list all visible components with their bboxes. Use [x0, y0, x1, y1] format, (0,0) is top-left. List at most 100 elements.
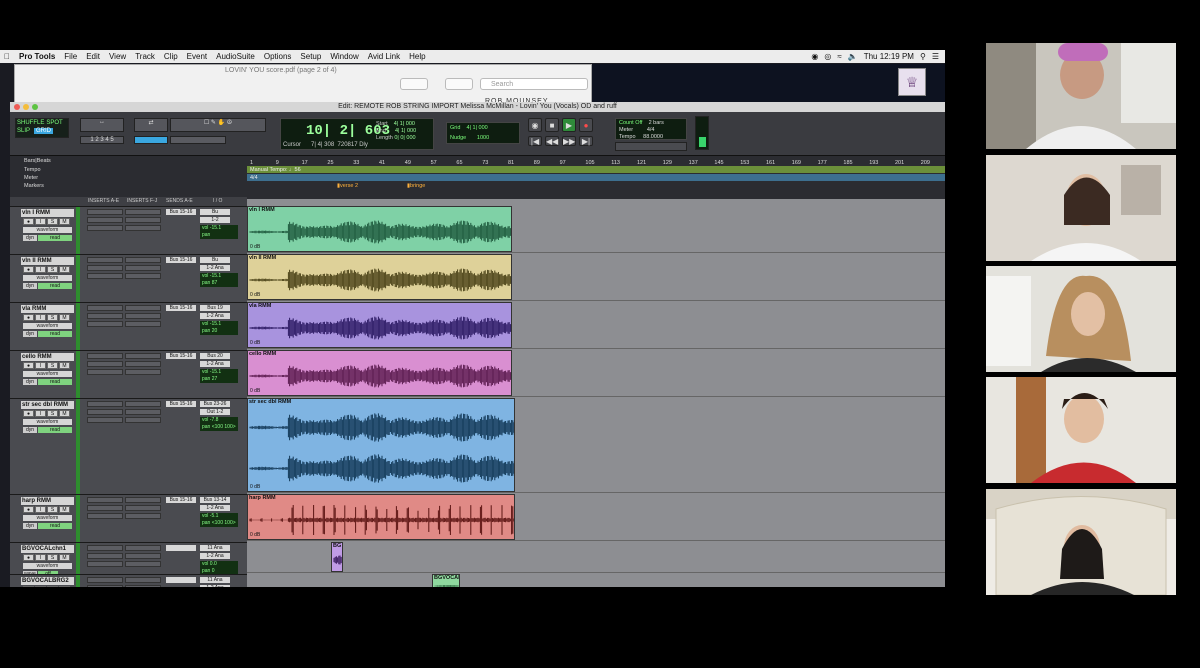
track-name[interactable]: vln I RMM [21, 209, 74, 217]
mute-button[interactable]: M [59, 266, 70, 273]
automation-mode[interactable]: dyn read [23, 427, 72, 433]
record-enable-button[interactable]: ● [23, 266, 34, 273]
track-0[interactable]: vln I RMM ● I S M waveform dyn read Bus 1… [10, 206, 247, 254]
volume-pan-display[interactable]: vol -15.1 pan 27 [200, 369, 238, 383]
insert-slots[interactable] [87, 305, 163, 329]
track-1[interactable]: vln II RMM ● I S M waveform dyn read Bus … [10, 254, 247, 302]
menu-view[interactable]: View [109, 52, 126, 61]
input-monitor-button[interactable]: I [35, 410, 46, 417]
audio-clip-3[interactable]: cello RMM 0 dB [247, 350, 512, 396]
insert-slots[interactable] [87, 401, 163, 425]
tab-to-transients[interactable] [170, 136, 226, 144]
menu-clock[interactable]: Thu 12:19 PM [864, 52, 914, 61]
solo-button[interactable]: S [47, 362, 58, 369]
output-selector[interactable]: Out 1-2 [200, 409, 230, 415]
grid-value[interactable]: 4| 1| 000 [467, 125, 488, 131]
automation-mode[interactable]: dyn read [23, 283, 72, 289]
track-view-selector[interactable]: waveform [23, 515, 72, 521]
record-enable-button[interactable]: ● [23, 586, 34, 587]
input-selector[interactable]: Bus 13-14 [200, 497, 230, 503]
input-monitor-button[interactable]: I [35, 314, 46, 321]
automation-mode[interactable]: dyn read [23, 235, 72, 241]
automation-mode[interactable]: dyn read [23, 331, 72, 337]
record-button[interactable]: ● [579, 118, 593, 132]
track-view-selector[interactable]: waveform [23, 275, 72, 281]
clip-gain[interactable]: 0 dB [250, 532, 260, 538]
track-5[interactable]: harp RMM ● I S M waveform dyn read Bus 15… [10, 494, 247, 542]
meter-ruler[interactable]: Meter 4/4 [10, 174, 945, 182]
input-selector[interactable]: Bus 19 [200, 305, 230, 311]
input-selector[interactable]: 11 Ana [200, 545, 230, 551]
marker-verse-2[interactable]: ▮verse 2 [337, 182, 358, 190]
participant-video-5[interactable] [986, 489, 1176, 595]
input-selector[interactable]: Bu [200, 209, 230, 215]
count-off-label[interactable]: Count Off [619, 120, 642, 126]
zoomer-tool[interactable]: ⇄ [134, 118, 168, 132]
input-monitor-button[interactable]: I [35, 362, 46, 369]
clip-gain[interactable]: 0 dB [250, 484, 260, 490]
volume-pan-display[interactable]: vol -15.1 pan 20 [200, 321, 238, 335]
participant-video-2[interactable] [986, 155, 1176, 261]
midi-controls[interactable]: Count Off 2 bars Meter 4/4 Tempo 88.0000 [615, 118, 687, 140]
zoom-buttons[interactable]: ↔ [80, 118, 124, 132]
menu-audiosuite[interactable]: AudioSuite [216, 52, 255, 61]
input-monitor-button[interactable]: I [35, 266, 46, 273]
participant-video-3[interactable] [986, 266, 1176, 372]
automation-mode[interactable]: dyn read [23, 523, 72, 529]
insert-slots[interactable] [87, 353, 163, 377]
mute-button[interactable]: M [59, 218, 70, 225]
track-view-selector[interactable]: waveform [23, 227, 72, 233]
volume-pan-display[interactable]: vol -15.1 pan [200, 225, 238, 239]
insert-slots[interactable] [87, 545, 163, 569]
menu-avid-link[interactable]: Avid Link [368, 52, 400, 61]
input-monitor-button[interactable]: I [35, 586, 46, 587]
spotlight-icon[interactable]: ⚲ [920, 52, 926, 61]
tempo-value[interactable]: 88.0000 [643, 134, 663, 140]
track-view-selector[interactable]: waveform [23, 323, 72, 329]
control-center-icon[interactable]: ☰ [932, 52, 939, 61]
input-monitor-button[interactable]: I [35, 554, 46, 561]
meter-marker[interactable]: 4/4 [247, 174, 945, 181]
menu-track[interactable]: Track [135, 52, 155, 61]
main-counter[interactable]: 10| 2| 603 Cursor 7| 4| 308 720817 Dly S… [280, 118, 434, 150]
solo-button[interactable]: S [47, 554, 58, 561]
menu-file[interactable]: File [64, 52, 77, 61]
track-name[interactable]: BGVOCALchn1 [21, 545, 74, 553]
link-buttons[interactable] [134, 136, 168, 144]
participant-video-4[interactable] [986, 377, 1176, 483]
track-name[interactable]: vln II RMM [21, 257, 74, 265]
track-name[interactable]: cello RMM [21, 353, 74, 361]
output-selector[interactable]: 1-2 Ana [200, 313, 230, 319]
solo-button[interactable]: S [47, 314, 58, 321]
input-selector[interactable]: 11 Ana [200, 577, 230, 583]
start-value[interactable]: 4| 1| 000 [394, 121, 415, 127]
volume-pan-display[interactable]: vol 0.0 pan 0 [200, 561, 238, 575]
audio-clip-5[interactable]: harp RMM 0 dB [247, 494, 515, 540]
record-enable-button[interactable]: ● [23, 506, 34, 513]
desktop-app-icon[interactable]: ♕ [898, 68, 926, 96]
input-selector[interactable]: Bus 23-26 [200, 401, 230, 407]
midi-buttons[interactable] [615, 142, 687, 151]
bars-ruler[interactable]: Bars|Beats 1 9 17 25 33 41 49 57 65 73 81 89 97 105 11… [10, 157, 945, 166]
input-monitor-button[interactable]: I [35, 506, 46, 513]
track-name[interactable]: str sec dbl RMM [21, 401, 74, 409]
menu-edit[interactable]: Edit [86, 52, 100, 61]
menu-setup[interactable]: Setup [300, 52, 321, 61]
output-selector[interactable]: 1-2 Ana [200, 553, 230, 559]
track-view-selector[interactable]: waveform [23, 371, 72, 377]
menu-clip[interactable]: Clip [164, 52, 178, 61]
fast-forward-button[interactable]: ▶▶ [562, 136, 576, 146]
automation-mode[interactable]: dyn read [23, 379, 72, 385]
participant-video-1[interactable] [986, 43, 1176, 149]
volume-pan-display[interactable]: vol -7.8 pan <100 100> [200, 417, 238, 431]
zoom-window-icon[interactable] [32, 104, 38, 110]
volume-icon[interactable]: 🔈 [848, 52, 858, 61]
input-selector[interactable]: Bus 20 [200, 353, 230, 359]
track-name[interactable]: vla RMM [21, 305, 74, 313]
send-slot[interactable] [166, 545, 196, 551]
track-3[interactable]: cello RMM ● I S M waveform dyn read Bus 1… [10, 350, 247, 398]
volume-pan-display[interactable]: vol -5.1 pan <100 100> [200, 513, 238, 527]
sync-icon[interactable]: ◎ [824, 52, 831, 61]
solo-button[interactable]: S [47, 218, 58, 225]
track-name[interactable]: BGVOCALBRG2 [21, 577, 74, 585]
